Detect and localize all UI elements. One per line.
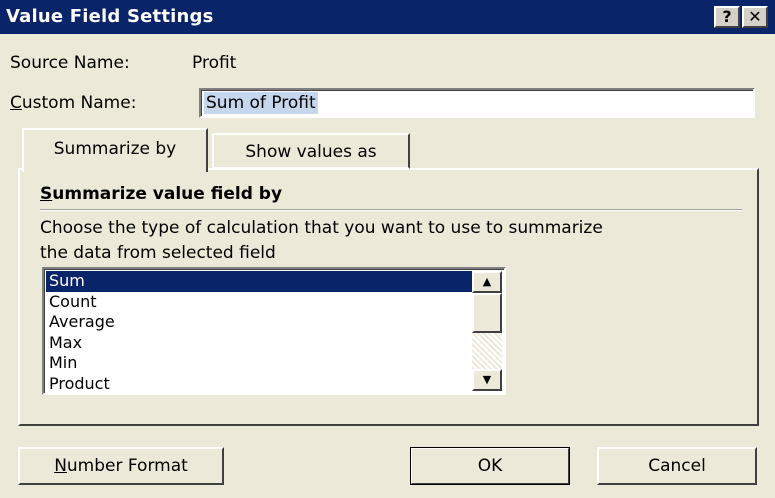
- scroll-down-button[interactable]: ▼: [472, 369, 502, 391]
- custom-name-input[interactable]: Sum of Profit: [199, 88, 755, 118]
- title-bar[interactable]: Value Field Settings ? ✕: [0, 0, 775, 34]
- tab-summarize-by[interactable]: Summarize by: [22, 128, 208, 172]
- custom-name-mnemonic: C: [10, 93, 22, 113]
- number-format-button[interactable]: Number Format: [18, 447, 224, 485]
- ok-button[interactable]: OK: [410, 447, 570, 485]
- custom-name-value: Sum of Profit: [204, 92, 318, 114]
- number-format-label-rest: umber Format: [66, 456, 188, 476]
- arrow-up-icon: ▲: [482, 275, 492, 288]
- list-item-count[interactable]: Count: [46, 292, 472, 313]
- calculation-listbox[interactable]: Sum Count Average Max Min Product ▲ ▼: [42, 267, 506, 395]
- value-field-settings-dialog: Value Field Settings ? ✕ Source Name: Pr…: [0, 0, 775, 498]
- description-line-2: the data from selected field: [40, 243, 276, 263]
- custom-name-label: Custom Name:: [10, 93, 136, 113]
- custom-name-label-rest: ustom Name:: [21, 93, 137, 113]
- description-line-1: Choose the type of calculation that you …: [40, 218, 603, 238]
- dialog-title: Value Field Settings: [6, 6, 214, 27]
- calculation-list: Sum Count Average Max Min Product: [46, 271, 472, 394]
- list-item-product[interactable]: Product: [46, 374, 472, 394]
- panel-title-mnemonic: S: [40, 184, 53, 204]
- cancel-button[interactable]: Cancel: [597, 447, 757, 485]
- tab-show-values-as[interactable]: Show values as: [212, 133, 410, 169]
- list-item-average[interactable]: Average: [46, 312, 472, 333]
- help-icon: ?: [722, 7, 732, 26]
- close-icon: ✕: [748, 7, 762, 26]
- number-format-mnemonic: N: [54, 456, 67, 476]
- arrow-down-icon: ▼: [482, 373, 492, 386]
- panel-description: Choose the type of calculation that you …: [40, 216, 750, 266]
- scroll-up-button[interactable]: ▲: [472, 271, 502, 293]
- close-button[interactable]: ✕: [742, 6, 768, 28]
- list-scrollbar[interactable]: ▲ ▼: [472, 271, 502, 391]
- source-name-label: Source Name:: [10, 53, 130, 73]
- panel-title: Summarize value field by: [40, 184, 282, 204]
- scroll-thumb[interactable]: [472, 293, 502, 333]
- panel-title-rest: ummarize value field by: [52, 184, 283, 204]
- help-button[interactable]: ?: [714, 6, 740, 28]
- panel-separator: [40, 209, 742, 211]
- summarize-panel: Summarize value field by Choose the type…: [18, 168, 759, 426]
- list-item-max[interactable]: Max: [46, 333, 472, 354]
- source-name-value: Profit: [192, 53, 237, 73]
- list-item-sum[interactable]: Sum: [46, 271, 472, 292]
- list-item-min[interactable]: Min: [46, 353, 472, 374]
